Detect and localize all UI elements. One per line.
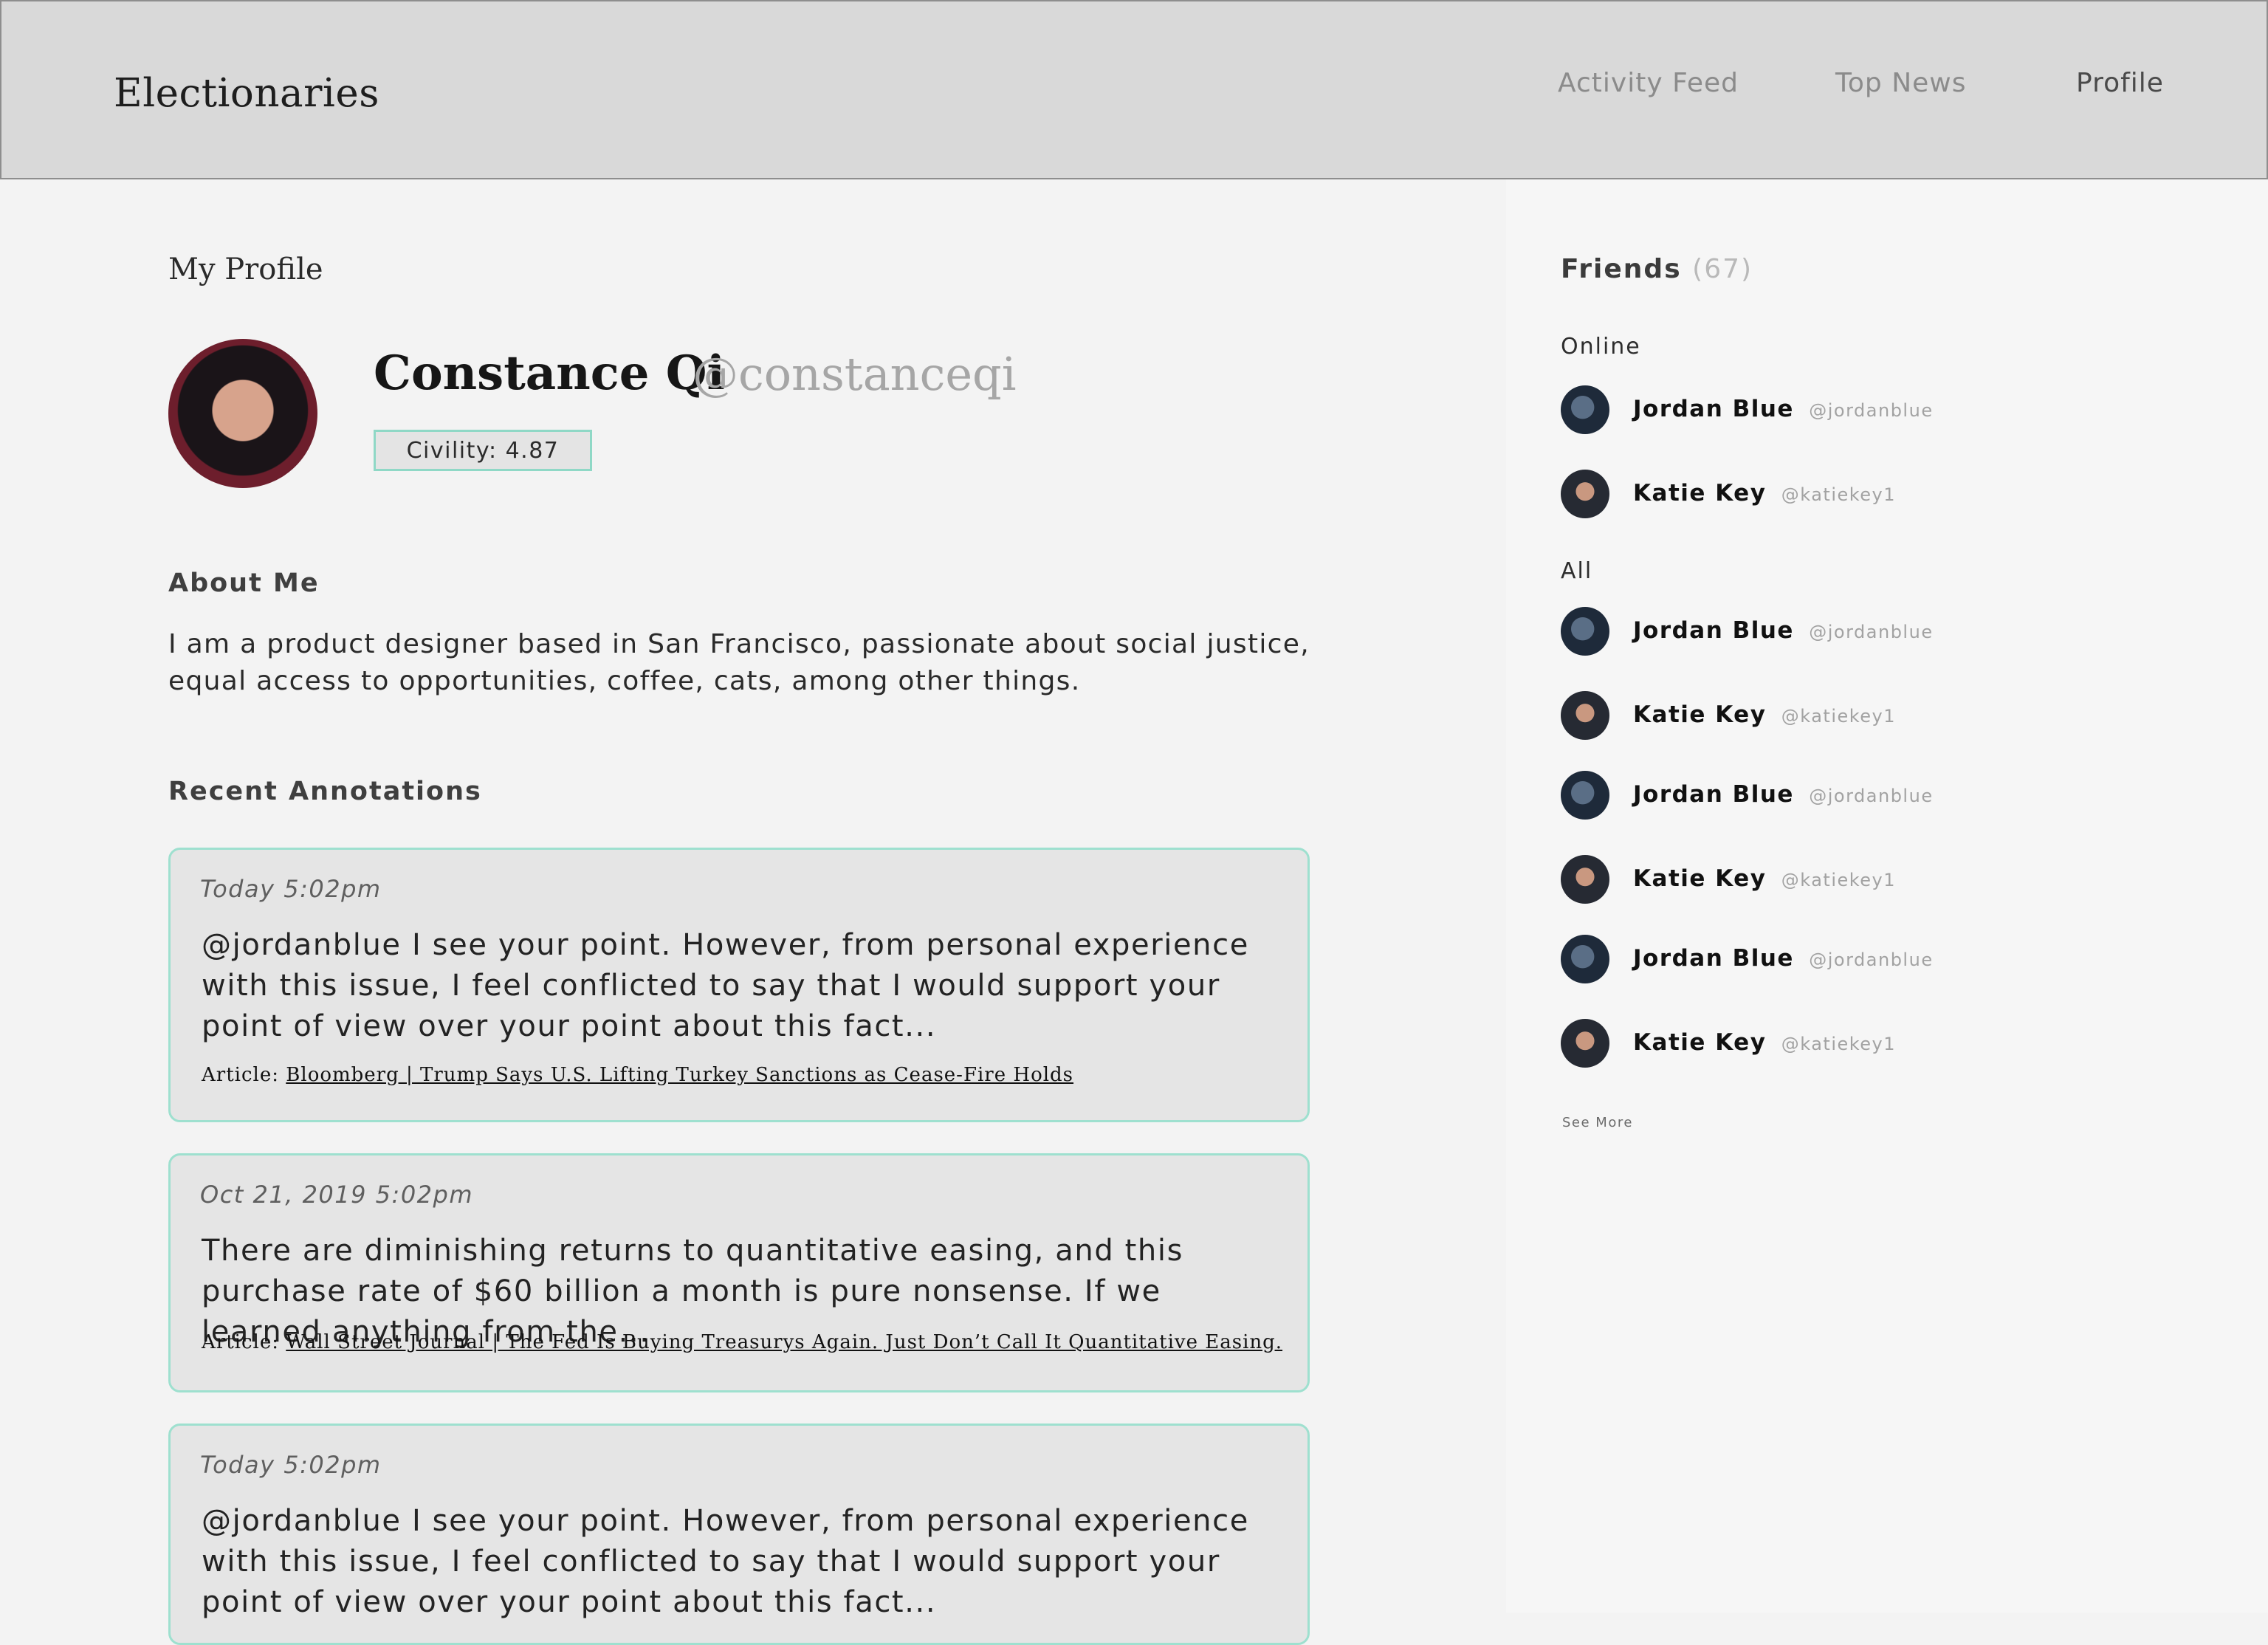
friend-name: Jordan Blue	[1633, 617, 1794, 644]
article-label: Article:	[202, 1331, 279, 1353]
friend-name: Jordan Blue	[1633, 945, 1794, 972]
friends-heading: Friends (67)	[1561, 254, 1753, 284]
annotation-date: Oct 21, 2019 5:02pm	[200, 1181, 474, 1209]
article-link[interactable]: Wall Street Journal | The Fed Is Buying …	[286, 1331, 1282, 1353]
all-heading: All	[1561, 558, 1593, 584]
friend-handle: @jordanblue	[1809, 622, 1934, 642]
friend-avatar	[1561, 385, 1609, 434]
nav-activity-feed[interactable]: Activity Feed	[1558, 68, 1739, 98]
friend-handle: @jordanblue	[1809, 949, 1934, 970]
friend-name: Katie Key	[1633, 480, 1767, 506]
annotation-article: Article: Bloomberg | Trump Says U.S. Lif…	[202, 1064, 1073, 1086]
profile-handle: @constanceqi	[693, 347, 1017, 401]
see-more-link[interactable]: See More	[1562, 1115, 1633, 1130]
article-link[interactable]: Bloomberg | Trump Says U.S. Lifting Turk…	[286, 1064, 1073, 1086]
friend-name: Jordan Blue	[1633, 396, 1794, 422]
page-title: My Profile	[168, 253, 323, 286]
annotation-card[interactable]: Today 5:02pm @jordanblue I see your poin…	[168, 848, 1310, 1122]
friends-title: Friends	[1561, 254, 1682, 284]
annotation-date: Today 5:02pm	[200, 1451, 382, 1479]
annotation-card[interactable]: Today 5:02pm @jordanblue I see your poin…	[168, 1424, 1310, 1645]
app-logo-text[interactable]: Electionaries	[114, 71, 379, 116]
friend-handle: @katiekey1	[1781, 1034, 1897, 1054]
annotation-article: Article: Wall Street Journal | The Fed I…	[202, 1331, 1282, 1353]
profile-avatar	[168, 339, 317, 488]
friend-avatar	[1561, 1019, 1609, 1068]
friend-avatar	[1561, 855, 1609, 904]
recent-annotations-heading: Recent Annotations	[168, 777, 482, 806]
friend-handle: @katiekey1	[1781, 870, 1897, 890]
annotation-text: @jordanblue I see your point. However, f…	[202, 928, 1249, 1043]
friend-name: Katie Key	[1633, 701, 1767, 728]
friends-count: (67)	[1692, 254, 1753, 284]
friend-avatar	[1561, 607, 1609, 656]
article-label: Article:	[202, 1064, 279, 1086]
friend-handle: @katiekey1	[1781, 484, 1897, 505]
annotation-date: Today 5:02pm	[200, 875, 382, 903]
top-nav-bar: Electionaries Activity Feed Top News Pro…	[0, 0, 2268, 179]
annotation-card[interactable]: Oct 21, 2019 5:02pm There are diminishin…	[168, 1153, 1310, 1392]
civility-badge: Civility: 4.87	[374, 430, 592, 471]
nav-profile[interactable]: Profile	[2076, 68, 2164, 98]
friend-avatar	[1561, 470, 1609, 518]
friend-avatar	[1561, 771, 1609, 820]
friends-sidebar	[1506, 179, 2268, 1613]
friend-handle: @katiekey1	[1781, 706, 1897, 727]
friend-name: Jordan Blue	[1633, 781, 1794, 808]
friend-name: Katie Key	[1633, 1029, 1767, 1056]
friend-name: Katie Key	[1633, 865, 1767, 892]
profile-name: Constance Qi	[374, 346, 725, 401]
friend-handle: @jordanblue	[1809, 400, 1934, 421]
friend-avatar	[1561, 691, 1609, 740]
about-me-text: I am a product designer based in San Fra…	[168, 629, 1310, 696]
friend-handle: @jordanblue	[1809, 786, 1934, 806]
about-me-heading: About Me	[168, 569, 320, 598]
online-heading: Online	[1561, 334, 1641, 360]
friend-avatar	[1561, 935, 1609, 983]
annotation-text: @jordanblue I see your point. However, f…	[202, 1504, 1249, 1619]
nav-top-news[interactable]: Top News	[1835, 68, 1966, 98]
